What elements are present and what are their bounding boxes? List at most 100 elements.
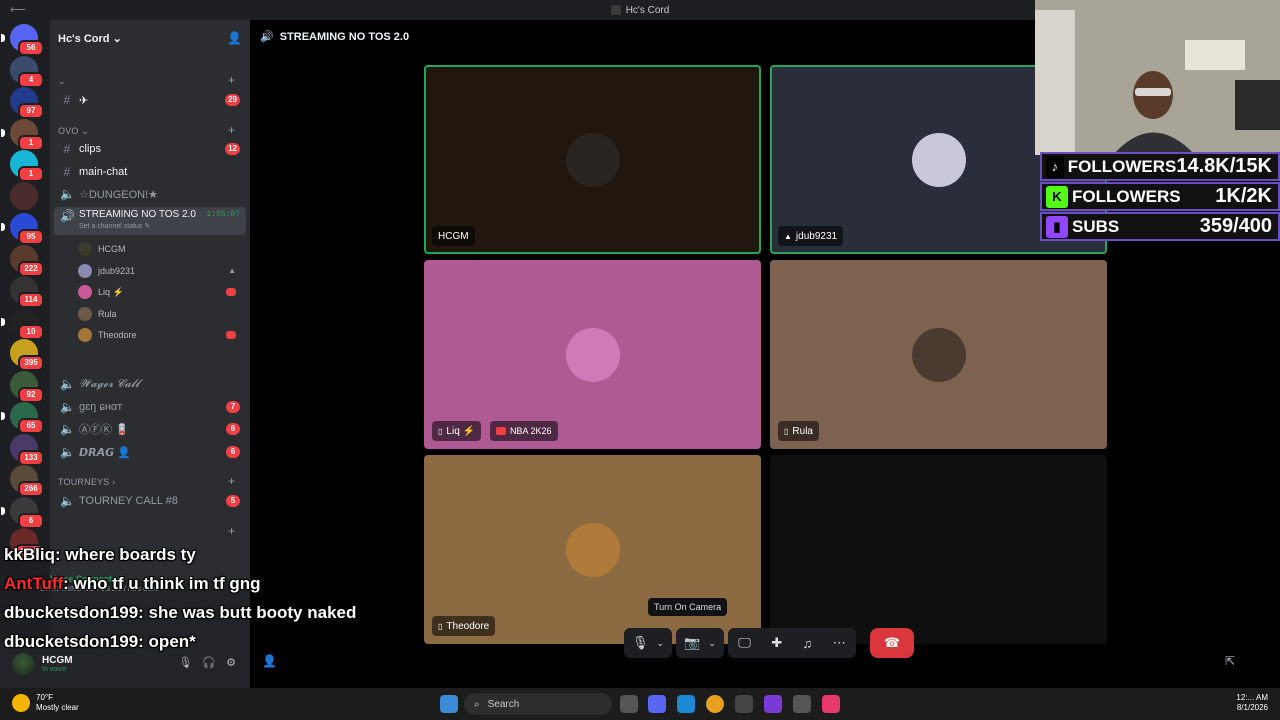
task-view-icon[interactable] <box>620 695 638 713</box>
server-icon-direct-messages[interactable]: 56 <box>1 24 44 56</box>
category-tourneys[interactable]: TOURNEYS › <box>58 477 115 487</box>
call-controls: 🎙 ⌄ 📷 ⌄ 🖵 ✚ ♫ ⋯ ☎ <box>624 628 914 658</box>
server-icon-server-9[interactable]: 10 <box>1 307 44 340</box>
category-ovo[interactable]: OVO ⌄ <box>58 126 89 137</box>
category-unnamed[interactable]: ⌄ <box>58 76 66 87</box>
weather-widget[interactable]: 70°F Mostly clear <box>12 693 79 713</box>
server-icon-server-7[interactable]: 222 <box>10 244 44 277</box>
server-icon-server-8[interactable]: 114 <box>10 276 44 308</box>
add-channel-icon[interactable]: + <box>228 524 235 538</box>
participant-tile[interactable]: ▯ Liq ⚡ NBA 2K26 <box>424 260 761 449</box>
goal-value: 359/400 <box>1199 215 1272 237</box>
voice-member[interactable]: HCGM <box>78 239 244 259</box>
server-icon-server-15[interactable]: 6 <box>1 496 44 529</box>
chat-text: open* <box>148 632 196 651</box>
obs-icon[interactable] <box>793 695 811 713</box>
discord-icon[interactable] <box>648 695 666 713</box>
participant-name: ▲ jdub9231 <box>778 226 844 246</box>
edge-icon[interactable] <box>677 695 695 713</box>
invite-icon[interactable]: 👤 <box>262 654 277 668</box>
more-icon[interactable]: ⋯ <box>833 635 846 651</box>
member-name: jdub9231 <box>98 265 136 276</box>
start-icon[interactable] <box>440 695 458 713</box>
channel-plane[interactable]: # ✈ 29 <box>54 90 246 110</box>
chat-text: where boards ty <box>65 545 196 564</box>
channel-label: TOURNEY CALL #8 <box>79 495 178 507</box>
voice-member[interactable]: Theodore <box>78 325 244 345</box>
kick-goal: K FOLLOWERS 1K/2K <box>1040 182 1280 211</box>
system-tray[interactable]: 12:... AM 8/1/2026 <box>1236 693 1268 713</box>
avatar[interactable] <box>12 653 34 675</box>
camera-off-icon: 📷 <box>684 635 701 650</box>
channel-gen-chat[interactable]: 🔈 ɡɛŋ ɕнαт 7 <box>54 397 246 417</box>
server-icon-server-3[interactable]: 1 <box>1 118 44 151</box>
channel-label: 𝓦𝓪𝓰𝓮𝓻 𝓒𝓪𝓵𝓵 <box>79 377 140 390</box>
chat-username: AntTuff <box>4 574 64 593</box>
clock-date: 8/1/2026 <box>1236 703 1268 712</box>
add-channel-icon[interactable]: + <box>228 73 235 87</box>
speaker-icon: 🔈 <box>60 187 75 201</box>
add-member-icon[interactable]: 👤 <box>227 31 242 45</box>
chat-message: AntTuff: who tf u think im tf gng <box>4 574 261 593</box>
participant-tile[interactable]: ▯ Rula <box>770 260 1107 449</box>
activity-badge[interactable]: NBA 2K26 <box>490 421 558 441</box>
media-icon[interactable] <box>735 695 753 713</box>
server-icon-server-2[interactable]: 97 <box>10 87 44 119</box>
unread-indicator <box>1 223 5 231</box>
voice-member[interactable]: Liq ⚡ <box>78 282 244 302</box>
kick-icon: K <box>1046 185 1068 208</box>
channel-label: ɡɛŋ ɕнαт <box>79 401 123 413</box>
server-header[interactable]: Hc's Cord ⌄ 👤 <box>50 20 250 56</box>
text-channel-icon: # <box>63 165 71 179</box>
popout-icon[interactable]: ⇱ <box>1225 654 1235 668</box>
speaker-icon: 🔈 <box>60 422 75 436</box>
voice-member[interactable]: Rula <box>78 304 244 324</box>
clock-time: 12:... AM <box>1236 693 1268 702</box>
member-count-badge: 7 <box>226 401 240 413</box>
server-icon-server-10[interactable]: 395 <box>10 339 44 371</box>
channel-drag[interactable]: 🔈 𝘿𝙍𝘼𝙂 👤 6 <box>54 442 246 462</box>
server-icon-server-14[interactable]: 266 <box>10 465 44 497</box>
unread-indicator <box>1 34 5 42</box>
soundboard-icon[interactable]: ♫ <box>803 636 813 651</box>
twitch-app-icon[interactable] <box>764 695 782 713</box>
server-icon-server-4[interactable]: 1 <box>10 150 44 182</box>
server-icon-server-6[interactable]: 95 <box>1 213 44 245</box>
channel-streaming[interactable]: 🔊 STREAMING NO TOS 2.0 1:55:07 Set a cha… <box>54 207 246 235</box>
channel-main-chat[interactable]: # main-chat <box>54 162 246 182</box>
microphone-icon[interactable]: 🎙 <box>178 656 192 669</box>
screen-share-icon[interactable]: 🖵 <box>738 635 751 651</box>
platform-icon: ▲ <box>228 266 236 275</box>
server-icon-server-5[interactable] <box>10 181 38 210</box>
activities-icon[interactable]: ✚ <box>771 635 782 651</box>
channel-wager-call[interactable]: 🔈 𝓦𝓪𝓰𝓮𝓻 𝓒𝓪𝓵𝓵 <box>54 374 246 394</box>
channel-dungeon[interactable]: 🔈 ☆DUNGEON!★ <box>54 184 246 204</box>
channel-tourney-call[interactable]: 🔈 TOURNEY CALL #8 5 <box>54 491 246 511</box>
hang-up-button[interactable]: ☎ <box>870 628 914 658</box>
server-icon-server-12[interactable]: 65 <box>1 402 44 434</box>
headphones-icon[interactable]: 🎧 <box>202 656 216 669</box>
server-icon-server-1[interactable]: 4 <box>10 55 44 88</box>
mobile-icon: ▯ <box>438 621 443 631</box>
channel-afk[interactable]: 🔈 ⒶⒻⓀ 🪫 6 <box>54 419 246 439</box>
gear-icon[interactable]: ⚙ <box>226 656 236 669</box>
chrome-icon[interactable] <box>706 695 724 713</box>
participant-tile[interactable]: HCGM <box>424 65 761 254</box>
arrow-left-icon[interactable]: ⟵ <box>10 3 26 16</box>
chevron-down-icon: ⌄ <box>112 32 122 45</box>
voice-member[interactable]: jdub9231 ▲ <box>78 261 244 281</box>
channel-label: ✈ <box>79 94 89 107</box>
tiktok-app-icon[interactable] <box>822 695 840 713</box>
search-input[interactable]: ⌕ Search <box>464 693 612 715</box>
add-channel-icon[interactable]: + <box>228 123 235 137</box>
add-channel-icon[interactable]: + <box>228 474 235 488</box>
mic-button[interactable]: 🎙 ⌄ <box>624 628 672 658</box>
server-icon-server-13[interactable]: 133 <box>10 433 44 466</box>
speaker-icon: 🔊 <box>60 209 75 223</box>
server-icon-server-11[interactable]: 92 <box>10 370 44 403</box>
channel-clips[interactable]: # clips 12 <box>54 139 246 159</box>
avatar <box>78 263 92 278</box>
channel-status-prompt[interactable]: Set a channel status ✎ <box>79 222 150 230</box>
tooltip: Turn On Camera <box>648 598 728 616</box>
camera-button[interactable]: 📷 ⌄ <box>676 628 724 658</box>
